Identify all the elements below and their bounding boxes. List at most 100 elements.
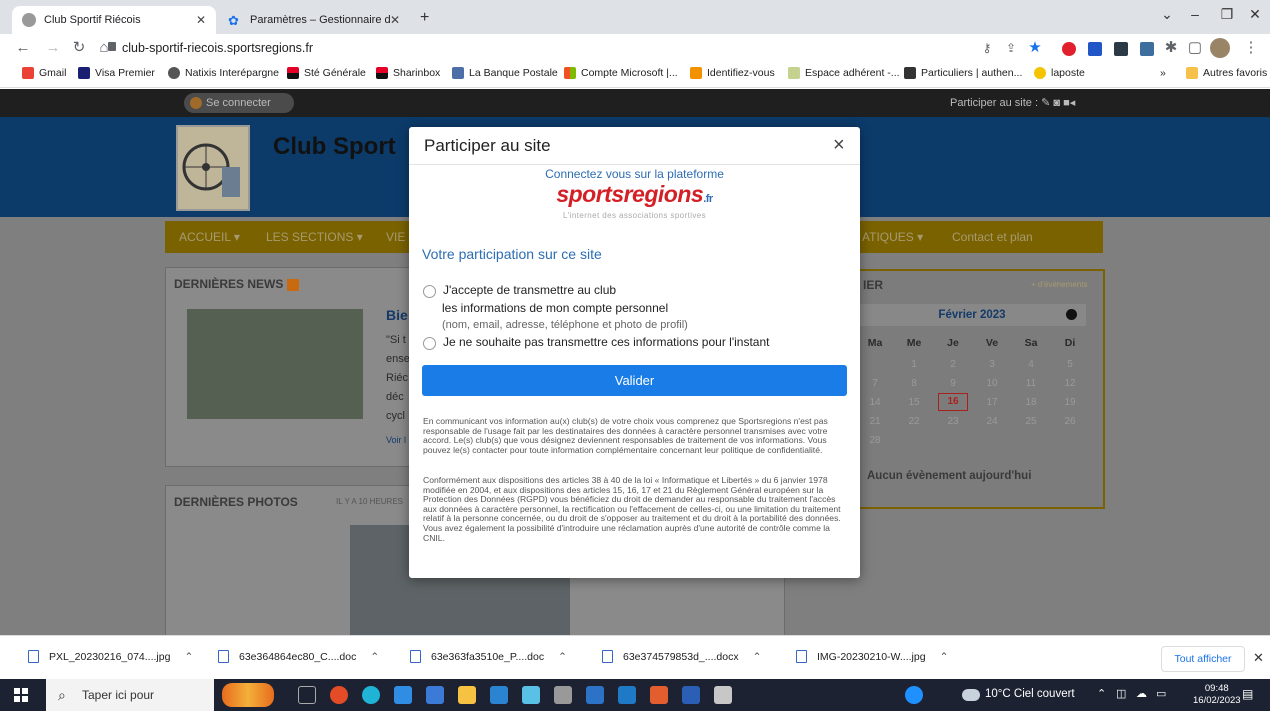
side-panel-icon[interactable]: ▢ bbox=[1184, 37, 1206, 59]
bookmark-star-icon[interactable]: ★ bbox=[1024, 37, 1046, 59]
back-icon[interactable]: ← bbox=[12, 37, 34, 59]
bookmark-microsoft[interactable]: Compte Microsoft |... bbox=[564, 67, 678, 79]
word-file-icon bbox=[218, 650, 229, 663]
edge-icon[interactable] bbox=[362, 686, 380, 704]
profile-avatar[interactable] bbox=[1210, 38, 1230, 58]
network-icon[interactable]: ◫ bbox=[1116, 687, 1126, 700]
club-logo[interactable] bbox=[176, 125, 250, 211]
url-field[interactable]: club-sportif-riecois.sportsregions.fr bbox=[122, 37, 313, 59]
participation-heading: Votre participation sur ce site bbox=[422, 246, 602, 262]
valider-button[interactable]: Valider bbox=[422, 365, 847, 396]
decline-label[interactable]: Je ne souhaite pas transmettre ces infor… bbox=[443, 335, 769, 349]
battery-icon[interactable]: ▭ bbox=[1156, 687, 1166, 700]
tray-chevron-icon[interactable]: ⌃ bbox=[1097, 687, 1106, 700]
close-window-icon[interactable]: ✕ bbox=[1240, 6, 1270, 28]
mail-icon[interactable] bbox=[490, 686, 508, 704]
bookmark-visa[interactable]: Visa Premier bbox=[78, 67, 155, 79]
notifications-icon[interactable]: ▤ bbox=[1242, 687, 1253, 701]
chevron-up-icon[interactable]: ⌃ bbox=[558, 651, 567, 663]
chevron-up-icon[interactable]: ⌃ bbox=[184, 651, 193, 663]
paint-icon[interactable] bbox=[714, 686, 732, 704]
bookmark-laposte[interactable]: laposte bbox=[1034, 67, 1085, 79]
decline-radio[interactable] bbox=[423, 337, 436, 350]
cloud-icon bbox=[962, 689, 980, 701]
store-icon[interactable] bbox=[586, 686, 604, 704]
office-icon[interactable] bbox=[650, 686, 668, 704]
weather-widget[interactable]: 10°C Ciel couvert bbox=[985, 688, 1075, 700]
connect-button[interactable]: Se connecter bbox=[184, 93, 294, 113]
show-all-downloads-button[interactable]: Tout afficher bbox=[1161, 646, 1245, 672]
chevron-up-icon[interactable]: ⌃ bbox=[753, 651, 762, 663]
task-view-icon[interactable] bbox=[298, 686, 316, 704]
rss-icon bbox=[286, 278, 299, 291]
close-icon[interactable]: × bbox=[833, 134, 845, 157]
speaker-icon[interactable]: ☁ bbox=[1136, 687, 1147, 700]
forward-icon[interactable]: → bbox=[42, 37, 64, 59]
menu-kebab-icon[interactable]: ⋮ bbox=[1240, 37, 1262, 59]
share-icon[interactable]: ⇪ bbox=[1000, 37, 1022, 59]
tab-search-icon[interactable]: ⌄ bbox=[1152, 6, 1182, 28]
menu-vie[interactable]: VIE bbox=[386, 230, 405, 244]
bookmark-gmail[interactable]: Gmail bbox=[22, 67, 66, 79]
opera-extension-icon[interactable] bbox=[1062, 42, 1076, 56]
accept-radio[interactable] bbox=[423, 285, 436, 298]
participer-link[interactable]: Participer au site : ✎ ◙ ■◂ bbox=[950, 96, 1075, 109]
photos-icon[interactable] bbox=[522, 686, 540, 704]
accept-label-line1[interactable]: J'accepte de transmettre au club bbox=[443, 283, 616, 297]
close-tab-icon[interactable]: ✕ bbox=[196, 13, 206, 27]
bookmark-sharinbox[interactable]: Sharinbox bbox=[376, 67, 440, 79]
download-item[interactable]: 63e374579853d_....docx ⌃ bbox=[602, 650, 761, 663]
news-image[interactable] bbox=[187, 309, 363, 419]
calendar-today[interactable]: 16 bbox=[938, 393, 968, 411]
word-icon[interactable] bbox=[682, 686, 700, 704]
maximize-icon[interactable]: ❐ bbox=[1212, 6, 1242, 28]
lock-icon[interactable] bbox=[108, 42, 116, 51]
close-tab-icon[interactable]: ✕ bbox=[390, 13, 400, 27]
extension-icon[interactable] bbox=[1088, 42, 1102, 56]
calculator-icon[interactable] bbox=[426, 686, 444, 704]
windows-start-icon[interactable] bbox=[14, 688, 28, 702]
app-icon[interactable] bbox=[394, 686, 412, 704]
download-item[interactable]: 63e364864ec80_C....doc ⌃ bbox=[218, 650, 379, 663]
close-icon[interactable]: ✕ bbox=[1253, 650, 1264, 666]
other-bookmarks[interactable]: Autres favoris bbox=[1186, 67, 1267, 79]
download-item[interactable]: PXL_20230216_074....jpg ⌃ bbox=[28, 650, 193, 663]
search-highlight-icon[interactable] bbox=[222, 683, 274, 707]
app-icon[interactable] bbox=[618, 686, 636, 704]
menu-sections[interactable]: LES SECTIONS ▾ bbox=[266, 230, 363, 244]
bookmark-natixis[interactable]: Natixis Interépargne bbox=[168, 67, 279, 79]
modal-header: Participer au site × bbox=[409, 127, 860, 165]
tab-club-sportif[interactable]: Club Sportif Riécois ✕ bbox=[12, 6, 216, 34]
extensions-puzzle-icon[interactable]: ✱ bbox=[1160, 37, 1182, 59]
chevron-up-icon[interactable]: ⌃ bbox=[940, 651, 949, 663]
bookmark-banque-postale[interactable]: La Banque Postale bbox=[452, 67, 558, 79]
extension-icon[interactable] bbox=[1140, 42, 1154, 56]
download-item[interactable]: 63e363fa3510e_P....doc ⌃ bbox=[410, 650, 567, 663]
news-title[interactable]: Bie bbox=[386, 307, 408, 323]
minimize-icon[interactable]: – bbox=[1180, 6, 1210, 28]
chevron-up-icon[interactable]: ⌃ bbox=[370, 651, 379, 663]
bookmarks-overflow[interactable]: » bbox=[1160, 67, 1166, 79]
bookmark-identifiez-vous[interactable]: Identifiez-vous bbox=[690, 67, 775, 79]
bookmark-sg[interactable]: Sté Générale bbox=[287, 67, 366, 79]
menu-accueil[interactable]: ACCUEIL ▾ bbox=[179, 230, 240, 244]
new-tab-button[interactable]: + bbox=[420, 9, 429, 27]
chrome-icon[interactable] bbox=[330, 686, 348, 704]
app-icon[interactable] bbox=[554, 686, 572, 704]
menu-pratiques[interactable]: ATIQUES ▾ bbox=[862, 230, 923, 244]
key-icon[interactable]: ⚷ bbox=[976, 37, 998, 59]
reload-icon[interactable]: ↻ bbox=[68, 37, 90, 59]
extension-icon[interactable] bbox=[1114, 42, 1128, 56]
calendar-more-link[interactable]: + d'évènements bbox=[1031, 280, 1087, 289]
tab-parametres[interactable]: ✿ Paramètres – Gestionnaire de mo ✕ bbox=[218, 6, 410, 34]
help-icon[interactable] bbox=[905, 686, 923, 704]
news-more-link[interactable]: Voir l bbox=[386, 435, 406, 445]
download-item[interactable]: IMG-20230210-W....jpg ⌃ bbox=[796, 650, 948, 663]
bookmark-espace-adherent[interactable]: Espace adhérent -... bbox=[788, 67, 900, 79]
file-explorer-icon[interactable] bbox=[458, 686, 476, 704]
bookmark-particuliers[interactable]: Particuliers | authen... bbox=[904, 67, 1022, 79]
next-month-icon[interactable] bbox=[1066, 309, 1077, 320]
menu-contact[interactable]: Contact et plan bbox=[952, 230, 1033, 244]
taskbar-search[interactable]: ⌕ Taper ici pour bbox=[46, 679, 214, 711]
taskbar-clock[interactable]: 09:48 16/02/2023 bbox=[1193, 683, 1241, 707]
